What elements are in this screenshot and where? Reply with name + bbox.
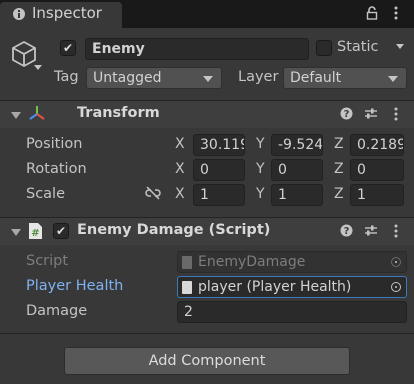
tag-value: Untagged [93,70,162,86]
constrain-proportions-icon[interactable] [145,186,161,200]
axis-x-label[interactable]: X [175,186,185,202]
player-health-field[interactable]: player (Player Health) [177,276,407,298]
static-dropdown-caret-icon[interactable] [396,44,404,49]
axis-x-label[interactable]: X [175,136,185,152]
foldout-arrow-icon[interactable] [11,229,21,236]
script-label: Script [26,253,69,269]
info-icon [13,8,25,20]
layer-label: Layer [238,69,279,85]
script-reference-field: EnemyDamage [177,251,407,273]
scale-label: Scale [26,186,66,202]
chevron-down-icon [203,76,213,82]
rotation-label: Rotation [26,161,87,177]
position-z-input[interactable]: 0.2189 [350,134,404,156]
rotation-y-input[interactable]: 0 [271,159,323,181]
position-x-input[interactable]: 30.119 [193,134,245,156]
svg-text:?: ? [344,226,350,237]
layer-dropdown[interactable]: Default [283,67,407,89]
divider [0,333,414,334]
script-file-icon [182,256,192,269]
player-health-label: Player Health [26,278,124,294]
scale-z-input[interactable]: 1 [350,184,404,206]
position-y-input[interactable]: -9.524 [271,134,323,156]
player-health-value: player (Player Health) [198,279,352,295]
chevron-down-icon [388,76,398,82]
kebab-menu-icon[interactable] [394,224,398,238]
tag-dropdown[interactable]: Untagged [86,67,222,89]
preset-sliders-icon[interactable] [364,107,378,120]
csharp-script-icon: # [28,222,43,240]
transform-title: Transform [77,105,160,121]
static-checkbox[interactable] [316,40,332,56]
axis-z-label[interactable]: Z [334,136,344,152]
scale-y-input[interactable]: 1 [271,184,323,206]
kebab-menu-icon[interactable] [394,6,398,20]
gameobject-name-input[interactable]: Enemy [85,38,309,60]
object-picker-icon[interactable] [391,282,401,292]
script-enabled-checkbox[interactable]: ✔ [53,223,69,239]
scale-x-input[interactable]: 1 [193,184,245,206]
damage-label: Damage [26,303,88,319]
lock-icon[interactable] [366,6,378,20]
script-component-title: Enemy Damage (Script) [77,222,271,238]
axis-y-label[interactable]: Y [256,161,265,177]
checkmark-icon: ✔ [56,224,67,238]
axis-z-label[interactable]: Z [334,161,344,177]
checkmark-icon: ✔ [63,41,74,55]
add-component-button[interactable]: Add Component [64,347,350,375]
rotation-x-input[interactable]: 0 [193,159,245,181]
help-icon[interactable]: ? [340,107,353,120]
script-file-icon [182,281,192,294]
foldout-arrow-icon[interactable] [11,112,21,119]
layer-value: Default [290,70,342,86]
tag-label: Tag [54,69,79,85]
static-label: Static [337,39,379,55]
active-checkbox[interactable]: ✔ [60,40,76,56]
script-reference-value: EnemyDamage [198,254,306,270]
position-label: Position [26,136,83,152]
transform-icon [28,104,46,122]
preset-sliders-icon[interactable] [364,224,378,237]
chevron-down-icon[interactable] [34,65,42,70]
kebab-menu-icon[interactable] [394,107,398,121]
axis-z-label[interactable]: Z [334,186,344,202]
svg-text:?: ? [344,109,350,120]
help-icon[interactable]: ? [340,224,353,237]
axis-y-label[interactable]: Y [256,186,265,202]
tab-title: Inspector [32,4,102,22]
rotation-z-input[interactable]: 0 [350,159,404,181]
damage-input[interactable]: 2 [177,301,407,323]
gameobject-cube-icon[interactable] [10,40,38,68]
axis-x-label[interactable]: X [175,161,185,177]
axis-y-label[interactable]: Y [256,136,265,152]
svg-text:#: # [31,228,39,239]
object-picker-icon [391,257,401,267]
